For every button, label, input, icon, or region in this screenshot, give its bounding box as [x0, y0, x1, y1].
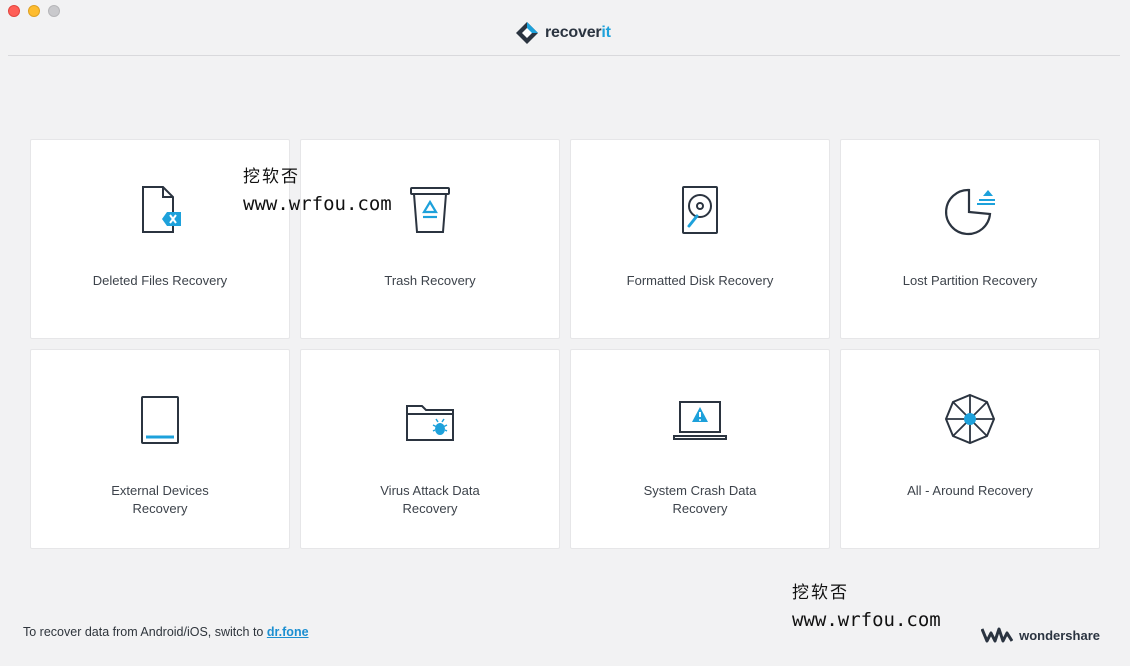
recoverit-logo-icon: [516, 22, 538, 44]
external-drive-icon: [132, 392, 188, 448]
wondershare-logo-icon: [981, 627, 1014, 643]
card-virus-attack-data-recovery[interactable]: Virus Attack Data Recovery: [300, 349, 560, 549]
wondershare-logo: wondershare: [981, 627, 1100, 643]
card-label: Lost Partition Recovery: [902, 273, 1038, 288]
laptop-warning-icon: [672, 392, 728, 448]
card-label: External Devices Recovery: [111, 483, 209, 516]
deleted-file-icon: [132, 182, 188, 238]
all-around-wheel-icon: [942, 392, 998, 448]
card-lost-partition-recovery[interactable]: Lost Partition Recovery: [840, 139, 1100, 339]
recovery-mode-grid: Deleted Files Recovery Trash Recovery Fo…: [30, 139, 1100, 549]
card-label: System Crash Data Recovery: [643, 483, 757, 516]
hard-disk-icon: [672, 182, 728, 238]
card-formatted-disk-recovery[interactable]: Formatted Disk Recovery: [570, 139, 830, 339]
card-label: Formatted Disk Recovery: [626, 273, 774, 288]
pie-partition-icon: [942, 182, 998, 238]
app-title: recoverit: [545, 24, 611, 41]
footer-note: To recover data from Android/iOS, switch…: [23, 625, 309, 639]
title-bar: recoverit: [0, 0, 1130, 56]
drfone-link[interactable]: dr.fone: [267, 625, 309, 639]
card-label: All - Around Recovery: [907, 483, 1033, 498]
trash-recycle-icon: [402, 182, 458, 238]
card-external-devices-recovery[interactable]: External Devices Recovery: [30, 349, 290, 549]
card-label: Virus Attack Data Recovery: [380, 483, 480, 516]
card-system-crash-data-recovery[interactable]: System Crash Data Recovery: [570, 349, 830, 549]
watermark-url: www.wrfou.com: [792, 609, 941, 631]
maximize-window-button[interactable]: [48, 5, 60, 17]
watermark-title: 挖软否: [792, 583, 849, 603]
close-window-button[interactable]: [8, 5, 20, 17]
card-deleted-files-recovery[interactable]: Deleted Files Recovery: [30, 139, 290, 339]
title-divider: [8, 55, 1120, 56]
card-label: Deleted Files Recovery: [92, 273, 228, 288]
card-all-around-recovery[interactable]: All - Around Recovery: [840, 349, 1100, 549]
watermark: 挖软否 www.wrfou.com: [792, 578, 941, 631]
footer-note-text: To recover data from Android/iOS, switch…: [23, 625, 267, 639]
card-label: Trash Recovery: [384, 273, 476, 288]
app-logo: recoverit: [515, 20, 611, 46]
folder-bug-icon: [402, 392, 458, 448]
window-controls: [8, 5, 60, 17]
wondershare-text: wondershare: [1019, 627, 1100, 643]
card-trash-recovery[interactable]: Trash Recovery: [300, 139, 560, 339]
minimize-window-button[interactable]: [28, 5, 40, 17]
